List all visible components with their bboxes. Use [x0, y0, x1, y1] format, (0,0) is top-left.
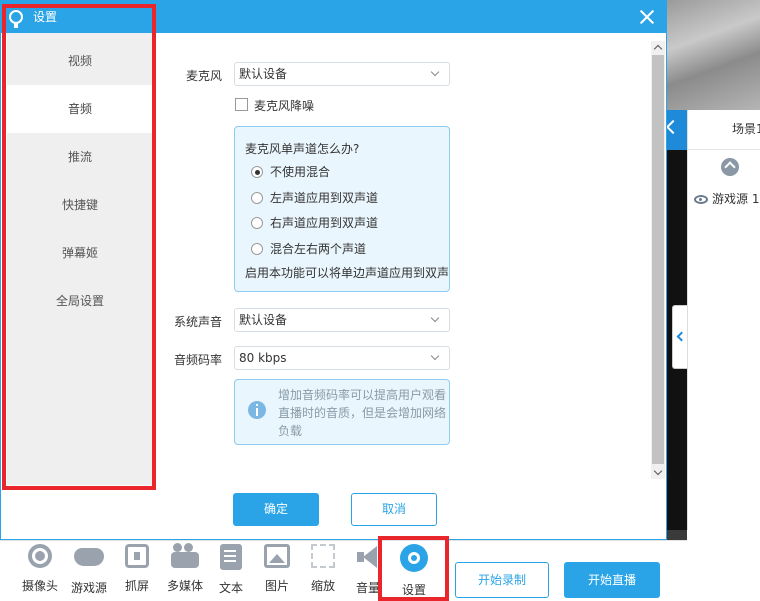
bitrate-select[interactable]: 80 kbps [234, 346, 450, 370]
lightbulb-icon [9, 10, 23, 28]
tool-screen-capture[interactable]: 抓屏 [114, 544, 160, 600]
tool-label: 设置 [401, 583, 426, 597]
preview-area [667, 0, 760, 110]
radio-mix-both[interactable]: 混合左右两个声道 [251, 240, 366, 257]
source-label: 游戏源 1 [712, 192, 760, 206]
cancel-button[interactable]: 取消 [351, 493, 437, 526]
chevron-down-icon [430, 313, 440, 323]
dialog-title: 设置 [33, 10, 58, 24]
tool-text[interactable]: 文本 [208, 544, 254, 600]
scene-title: 场景1 [688, 110, 760, 150]
ok-button[interactable]: 确定 [233, 493, 319, 526]
scrollbar[interactable] [651, 41, 665, 479]
radio-label: 不使用混合 [270, 165, 331, 179]
radio-button[interactable] [251, 192, 263, 204]
tool-label: 图片 [264, 579, 289, 593]
chevron-left-icon [665, 119, 681, 135]
screen-capture-icon [125, 544, 149, 568]
select-value: 默认设备 [239, 313, 288, 327]
select-value: 80 kbps [239, 351, 287, 365]
tool-game-source[interactable]: 游戏源 [66, 544, 112, 600]
tool-image[interactable]: 图片 [254, 544, 300, 600]
radio-button[interactable] [251, 217, 263, 229]
mono-question: 麦克风单声道怎么办? [245, 142, 360, 156]
bitrate-info-text: 增加音频码率可以提高用户观看直播时的音质，但是会增加网络负载 [278, 388, 447, 438]
info-icon [248, 401, 266, 419]
video-camera-icon [171, 543, 199, 568]
gamepad-icon [74, 548, 104, 566]
chevron-down-icon [430, 67, 440, 77]
tool-label: 文本 [218, 581, 243, 595]
nav-item-video[interactable]: 视频 [7, 37, 153, 85]
mic-noise-checkbox[interactable] [235, 98, 248, 111]
tool-label: 游戏源 [70, 581, 107, 595]
start-live-button[interactable]: 开始直播 [564, 562, 660, 598]
tool-label: 多媒体 [166, 579, 203, 593]
radio-label: 左声道应用到双声道 [270, 191, 379, 205]
radio-right-to-both[interactable]: 右声道应用到双声道 [251, 214, 378, 231]
tool-label: 摄像头 [21, 579, 58, 593]
radio-left-to-both[interactable]: 左声道应用到双声道 [251, 189, 378, 206]
chevron-left-icon [676, 331, 687, 342]
tool-camera[interactable]: 摄像头 [17, 544, 63, 600]
system-sound-label: 系统声音 [174, 315, 223, 329]
gear-icon [400, 544, 428, 572]
source-item[interactable]: 游戏源 1 [694, 190, 760, 208]
radio-button[interactable] [251, 243, 263, 255]
mic-noise-label: 麦克风降噪 [254, 99, 315, 113]
tool-settings[interactable]: 设置 [391, 544, 437, 600]
tool-volume[interactable]: 音量 [345, 544, 391, 600]
close-icon[interactable] [639, 9, 655, 25]
radio-label: 混合左右两个声道 [270, 242, 367, 256]
expand-side-tab[interactable] [672, 305, 687, 369]
radio-label: 右声道应用到双声道 [270, 216, 379, 230]
zoom-icon [311, 544, 335, 568]
radio-no-mix[interactable]: 不使用混合 [251, 163, 330, 180]
tool-label: 缩放 [310, 579, 335, 593]
nav-item-global-settings[interactable]: 全局设置 [7, 277, 153, 325]
text-document-icon [220, 544, 242, 570]
mic-device-select[interactable]: 默认设备 [234, 62, 450, 86]
scroll-thumb[interactable] [652, 55, 664, 464]
settings-dialog: 设置 视频 音频 推流 快捷键 弹幕姬 全局设置 麦克风 默认设备 麦克风降噪 … [0, 0, 667, 540]
chevron-up-icon[interactable] [653, 44, 663, 54]
select-value: 默认设备 [239, 67, 288, 81]
nav-item-audio[interactable]: 音频 [7, 85, 153, 133]
bitrate-label: 音频码率 [174, 353, 223, 367]
bottom-right-area [687, 530, 760, 601]
system-sound-select[interactable]: 默认设备 [234, 308, 450, 332]
settings-nav: 视频 音频 推流 快捷键 弹幕姬 全局设置 [7, 33, 153, 485]
speaker-icon [355, 544, 381, 570]
nav-item-hotkeys[interactable]: 快捷键 [7, 181, 153, 229]
eye-icon[interactable] [694, 195, 708, 204]
tool-label: 抓屏 [124, 579, 149, 593]
tool-multimedia[interactable]: 多媒体 [162, 543, 208, 600]
start-recording-button[interactable]: 开始录制 [455, 562, 549, 598]
radio-button[interactable] [251, 166, 263, 178]
tool-label: 音量 [355, 581, 380, 595]
camera-icon [28, 544, 52, 568]
chevron-down-icon [430, 351, 440, 361]
mic-label: 麦克风 [186, 69, 223, 83]
image-icon [264, 544, 290, 568]
mono-hint: 启用本功能可以将单边声道应用到双声道 [245, 266, 448, 280]
nav-item-stream[interactable]: 推流 [7, 133, 153, 181]
chevron-down-icon[interactable] [653, 466, 663, 476]
arrow-up-icon[interactable] [721, 158, 739, 176]
nav-item-danmaku[interactable]: 弹幕姬 [7, 229, 153, 277]
scene-panel: 场景1 游戏源 1 [687, 110, 760, 601]
tool-zoom[interactable]: 缩放 [300, 544, 346, 600]
dialog-titlebar: 设置 [1, 1, 666, 33]
